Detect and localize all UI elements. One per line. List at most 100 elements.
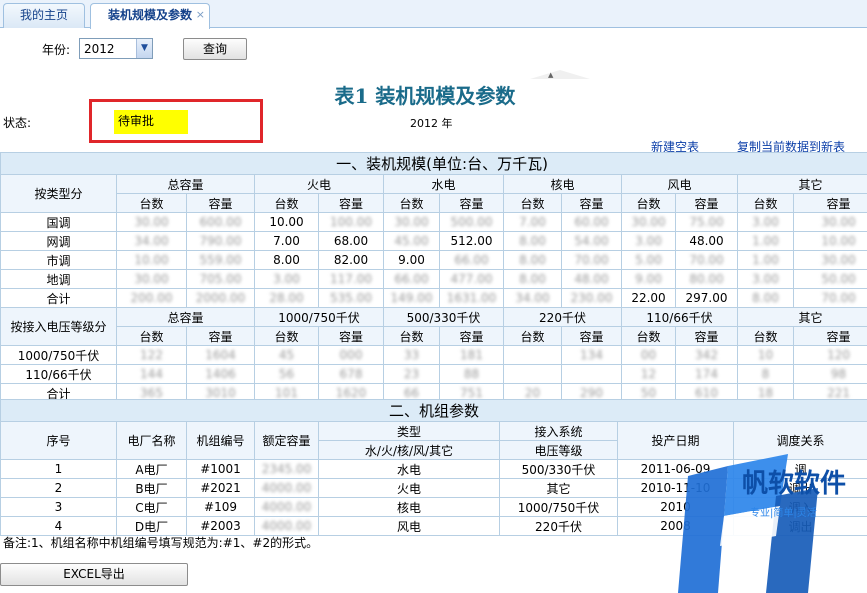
cell-value: 477.00 [450, 272, 493, 286]
cell-value: 500.00 [450, 215, 493, 229]
cell-value: 其它 [546, 481, 571, 496]
voltage-row-cell: 56 [254, 364, 319, 384]
unit-plant-cell: A电厂 [116, 459, 187, 479]
cell-value: 70.00 [574, 253, 609, 267]
year-select[interactable]: 2012 ▼ [79, 38, 153, 59]
cell-value: 2000.00 [195, 291, 246, 305]
unit-date-cell: 2010-11-10 [617, 478, 734, 498]
unit-relation-cell: 调 [732, 459, 867, 479]
voltage-row: 1000/750千伏 122 1604 45 000 33 181 134 00 342 10 120 [0, 345, 867, 365]
cell-value: 8.00 [519, 253, 546, 267]
unit-row: 4 D电厂 #2003 4000.00 风电 220千伏 2008 调出 [0, 516, 867, 536]
voltage-group-0: 总容量 [116, 307, 255, 327]
cell-value: 00 [640, 348, 657, 362]
cell-value: 80.00 [689, 272, 724, 286]
cell-value: 535.00 [330, 291, 372, 305]
cell-value: 34.00 [515, 291, 550, 305]
type-row-cell: 28.00 [254, 288, 319, 308]
cell-value: 1406 [205, 367, 236, 381]
tab-home[interactable]: 我的主页 [3, 3, 85, 28]
type-row-cell: 34.00 [503, 288, 562, 308]
tab-install-scale-label: 装机规模及参数 [107, 8, 192, 22]
cell-value: 56 [278, 367, 295, 381]
sub-capacity-1: 容量 [318, 193, 384, 213]
cell-value: 4000.00 [261, 481, 312, 495]
cell-value: 120 [827, 348, 850, 362]
type-row-cell: 82.00 [318, 250, 384, 270]
type-row-cell: 297.00 [675, 288, 738, 308]
cell-value: 2010 [660, 500, 691, 514]
voltage-row-cell: 33 [383, 345, 440, 365]
type-row-cell: 10.00 [792, 231, 867, 251]
type-row-cell: 70.00 [675, 250, 738, 270]
type-group-2: 水电 [383, 174, 504, 194]
type-row-cell: 8.00 [254, 250, 319, 270]
close-icon[interactable]: × [196, 3, 205, 26]
chevron-down-icon[interactable]: ▼ [136, 39, 152, 58]
sub-capacity-0: 容量 [186, 193, 255, 213]
unit-seq-cell: 3 [0, 497, 117, 517]
col-plant: 电厂名称 [116, 421, 187, 460]
type-row-cell: 3.00 [737, 269, 794, 289]
cell-value: #109 [204, 500, 237, 514]
cell-value: 30.00 [821, 215, 856, 229]
cell-value: 50.00 [821, 272, 856, 286]
cell-value: 678 [339, 367, 363, 381]
cell-value: 调 [794, 462, 807, 477]
cell-value: 600.00 [199, 215, 242, 229]
install-scale-table: 一、装机规模(单位:台、万千瓦) 按类型分 总容量 火电 水电 核电 风电 其它 台数 容量 台数容… [0, 152, 867, 403]
sub-count-0: 台数 [116, 193, 187, 213]
year-label: 年份: [42, 43, 71, 57]
cell-value: 28.00 [269, 291, 304, 305]
tab-install-scale[interactable]: 装机规模及参数 × [90, 3, 210, 29]
type-row-cell: 5.00 [621, 250, 676, 270]
type-row-cell: 70.00 [792, 288, 867, 308]
cell-value: 134 [580, 348, 603, 362]
cell-value: 3.00 [635, 234, 662, 248]
cell-value: 30.00 [631, 215, 666, 229]
voltage-row-cell [503, 345, 562, 365]
voltage-row-cell: 88 [439, 364, 504, 384]
voltage-row-cell: 120 [792, 345, 867, 365]
cell-value: 30.00 [134, 272, 169, 286]
voltage-row-cell: 144 [116, 364, 187, 384]
cell-value: 火电 [396, 481, 421, 496]
sub-capacity-4: 容量 [675, 193, 738, 213]
voltage-row-cell: 174 [675, 364, 738, 384]
cell-value: D电厂 [134, 519, 169, 534]
cell-value: 117.00 [330, 272, 372, 286]
cell-value: 调出 [788, 519, 813, 534]
cell-value: 122 [140, 348, 163, 362]
cell-value: 30.00 [134, 215, 169, 229]
cell-value: 50 [640, 386, 657, 400]
type-row-cell: 66.00 [439, 250, 504, 270]
voltage-row-name: 1000/750千伏 [0, 345, 117, 365]
cell-value: 33 [403, 348, 420, 362]
unit-capacity-cell: 4000.00 [254, 516, 319, 536]
type-row-cell: 68.00 [318, 231, 384, 251]
sub-capacity-4: 容量 [675, 326, 738, 346]
cell-value: 66.00 [454, 253, 489, 267]
cell-value: 3.00 [752, 215, 779, 229]
cell-value: 调出 [788, 481, 813, 496]
sub-count-1: 台数 [254, 193, 319, 213]
cell-value: 30.00 [394, 215, 429, 229]
collapse-handle[interactable] [530, 70, 590, 79]
cell-value: 1604 [205, 348, 236, 362]
cell-value: 365 [140, 386, 163, 400]
unit-date-cell: 2011-06-09 [617, 459, 734, 479]
cell-value: 149.00 [390, 291, 433, 305]
cell-value: 34.00 [134, 234, 169, 248]
type-row: 国调 30.00 600.00 10.00 100.00 30.00 500.00 7.00 6… [0, 212, 867, 232]
cell-value: 12 [640, 367, 657, 381]
cell-value: 48.00 [574, 272, 609, 286]
cell-value: 512.00 [450, 234, 493, 248]
unit-plant-cell: D电厂 [116, 516, 187, 536]
cell-value: 9.00 [398, 253, 425, 267]
cell-value: 7.00 [273, 234, 300, 248]
excel-export-button[interactable]: EXCEL导出 [0, 563, 188, 586]
unit-params-table: 二、机组参数 序号 电厂名称 机组编号 额定容量 类型 接入系统 投产日期 调度关系 水/火/核/… [0, 399, 867, 536]
sub-count-4: 台数 [621, 326, 676, 346]
cell-value: 8.00 [752, 291, 779, 305]
query-button[interactable]: 查询 [183, 38, 247, 60]
